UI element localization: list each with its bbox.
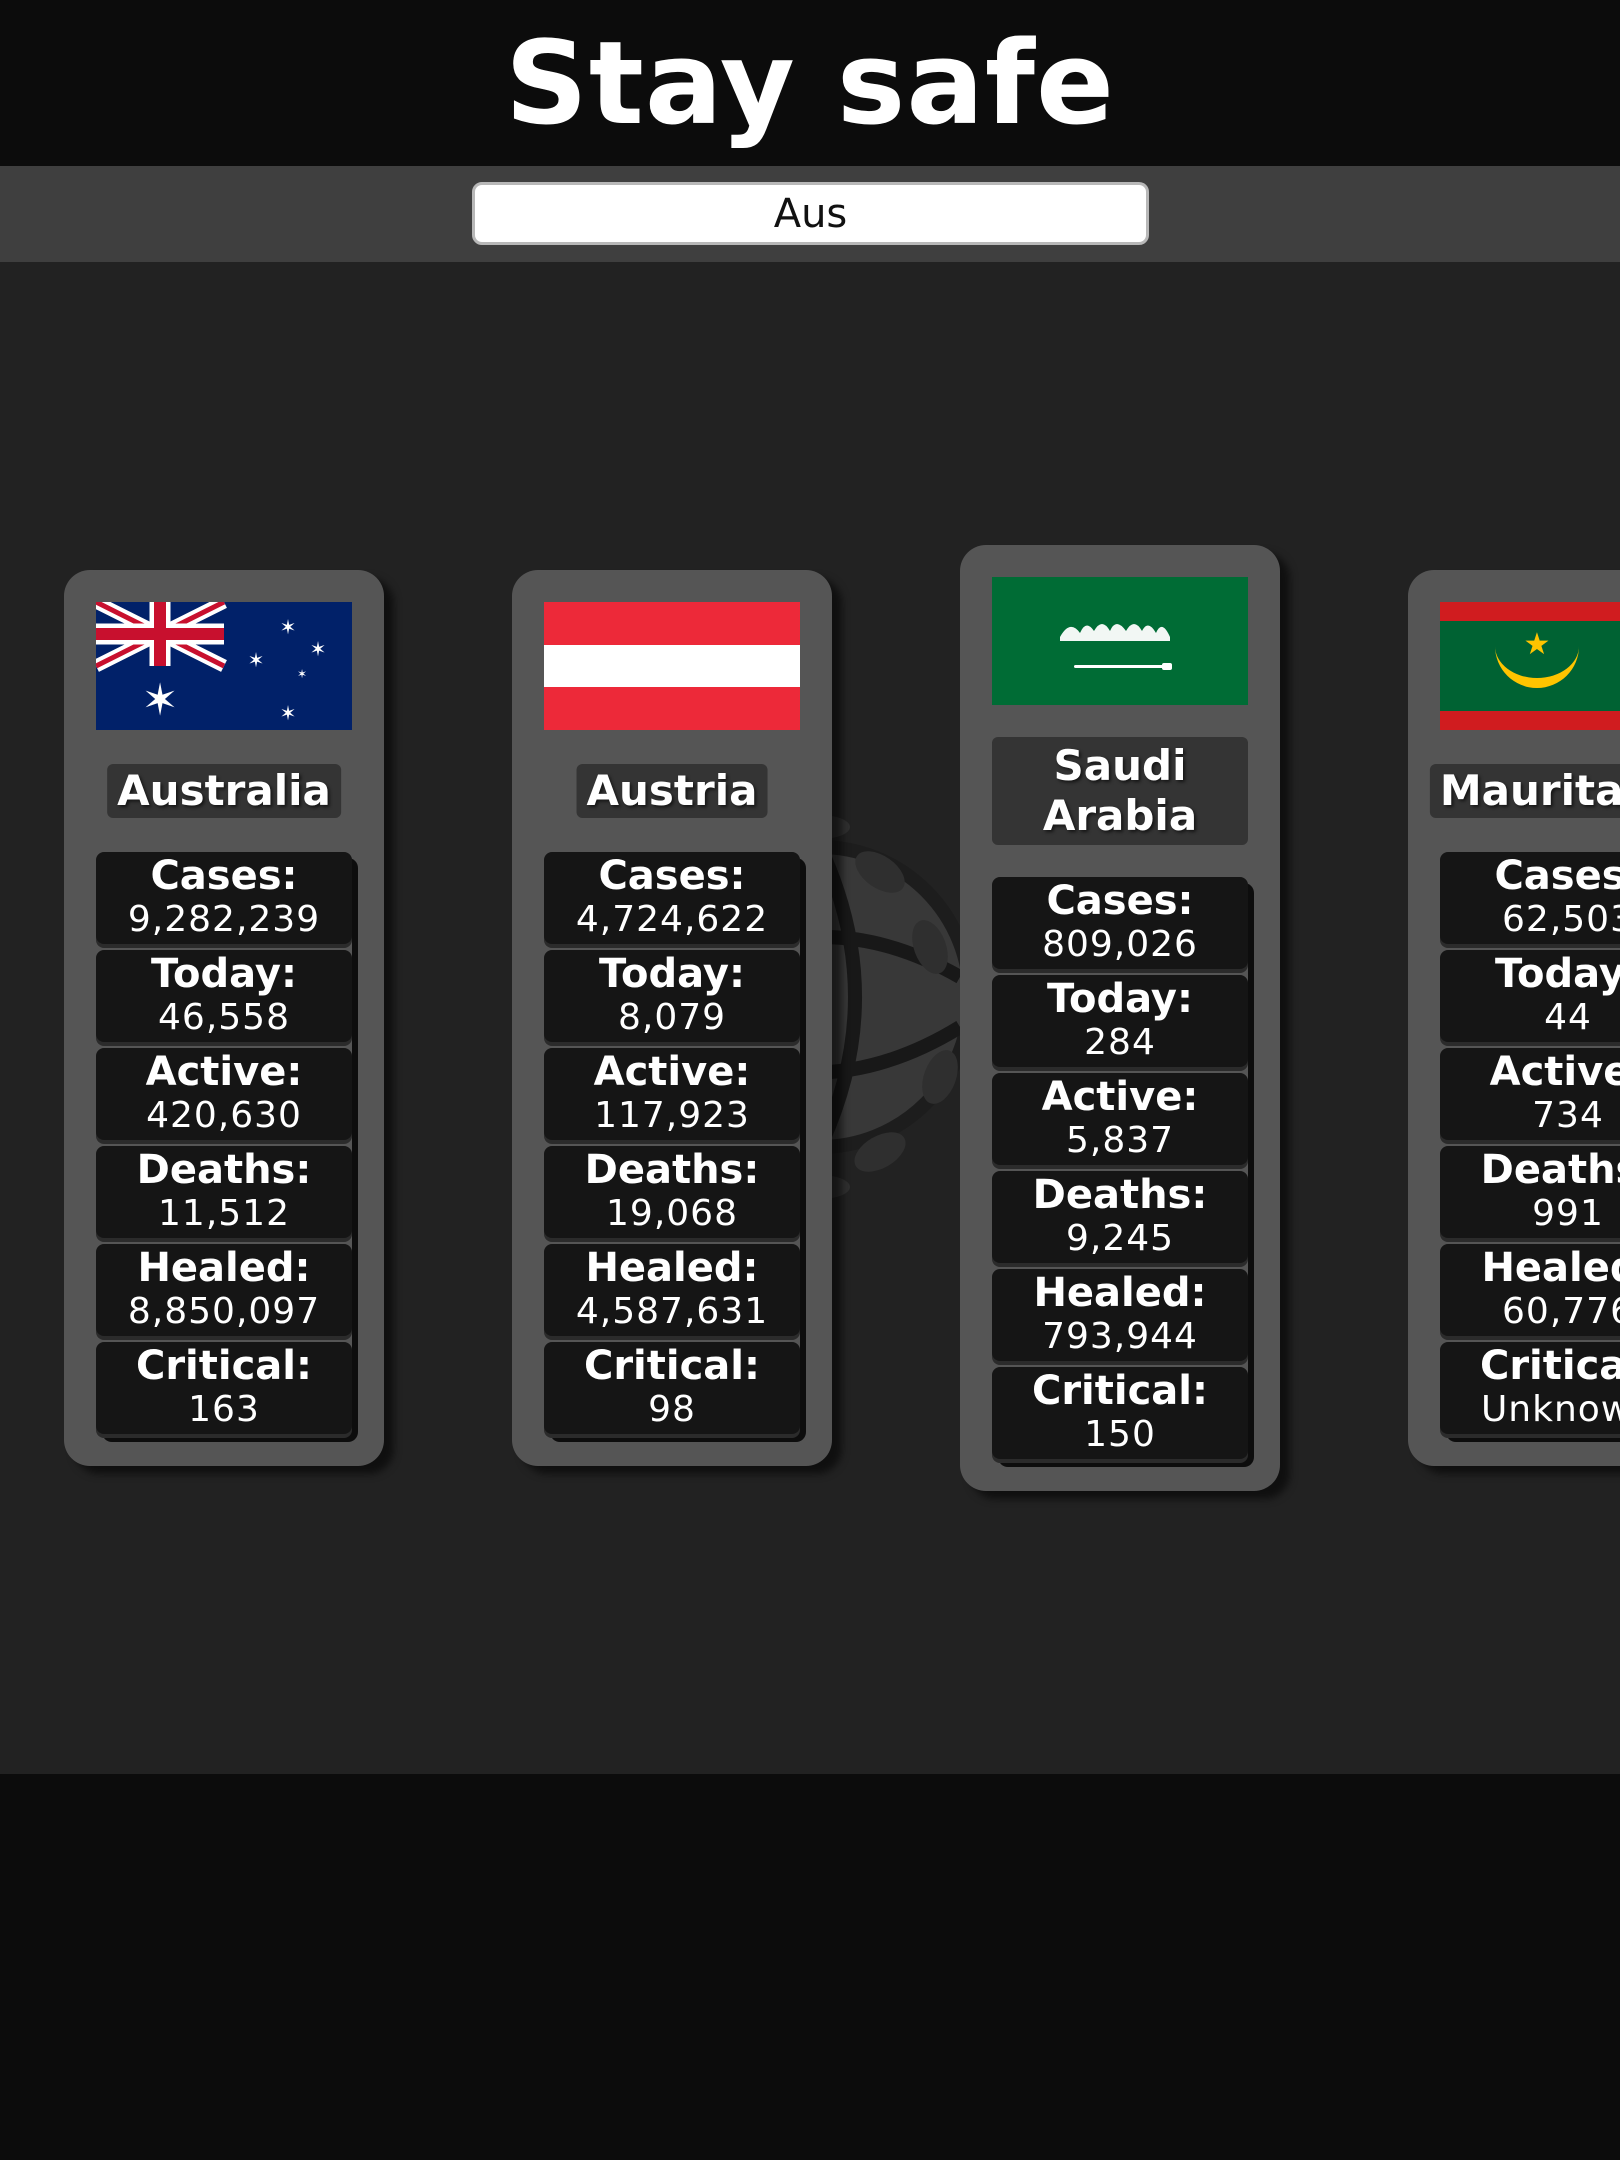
stat-value: 809,026 (1042, 924, 1198, 965)
stat-healed: Healed: 8,850,097 (96, 1244, 352, 1336)
stat-healed: Healed: 4,587,631 (544, 1244, 800, 1336)
stat-healed: Healed: 793,944 (992, 1269, 1248, 1361)
country-card[interactable]: Saudi Arabia Cases: 809,026 Today: 284 Act… (960, 545, 1280, 1491)
stat-value: 98 (648, 1389, 696, 1430)
stat-label: Deaths: (1032, 1172, 1208, 1218)
svg-text:✶: ✶ (142, 675, 179, 726)
stat-label: Healed: (1033, 1270, 1207, 1316)
svg-text:✶: ✶ (280, 615, 297, 639)
stat-value: 734 (1532, 1095, 1604, 1136)
stat-value: 60,776 (1502, 1291, 1620, 1332)
mauritania-flag-icon: ★ (1440, 602, 1620, 730)
stat-critical: Critical: 163 (96, 1342, 352, 1434)
country-name: Austria (576, 764, 768, 818)
stat-label: Critical: (135, 1343, 313, 1389)
country-name: Mauritania (1429, 764, 1620, 818)
stat-label: Critical: (1479, 1343, 1620, 1389)
country-card[interactable]: ✶ ✶ ✶ ✶ ✶ ✶ Australia Cases: 9,282,239 To… (64, 570, 384, 1466)
stat-active: Active: 5,837 (992, 1073, 1248, 1165)
saudi-arabia-flag-icon (992, 577, 1248, 705)
stat-active: Active: 420,630 (96, 1048, 352, 1140)
austria-flag-icon (544, 602, 800, 730)
stat-critical: Critical:Unknown (1440, 1342, 1620, 1434)
stat-deaths: Deaths: 19,068 (544, 1146, 800, 1238)
stat-value: 5,837 (1065, 1120, 1175, 1161)
stats-panel: Cases: 4,724,622 Today: 8,079 Active: 117,9… (544, 852, 800, 1436)
stat-label: Healed: (1481, 1245, 1620, 1291)
results-area: ✶ ✶ ✶ ✶ ✶ ✶ Australia Cases: 9,282,239 To… (0, 262, 1620, 1774)
stat-active: Active:734 (1440, 1048, 1620, 1140)
stat-cases: Cases: 809,026 (992, 877, 1248, 969)
svg-text:✶: ✶ (248, 648, 265, 672)
stat-value: 46,558 (158, 997, 290, 1038)
stat-deaths: Deaths:991 (1440, 1146, 1620, 1238)
stat-label: Cases: (150, 853, 298, 899)
stat-value: 4,724,622 (575, 899, 769, 940)
stat-today: Today: 46,558 (96, 950, 352, 1042)
stat-label: Cases: (1046, 878, 1194, 924)
stat-label: Today: (599, 951, 745, 997)
stat-value: 62,503 (1502, 899, 1620, 940)
country-card[interactable]: ★ Mauritania Cases:62,503 Today:44 Activ… (1408, 570, 1620, 1466)
stat-label: Deaths: (136, 1147, 312, 1193)
stats-panel: Cases: 809,026 Today: 284 Active: 5,837 Dea… (992, 877, 1248, 1461)
stat-label: Active: (1489, 1049, 1620, 1095)
stat-value: 44 (1544, 997, 1592, 1038)
stat-value: 9,245 (1065, 1218, 1175, 1259)
page-title: Stay safe (505, 17, 1115, 151)
stat-today: Today: 284 (992, 975, 1248, 1067)
stat-label: Healed: (137, 1245, 311, 1291)
stat-label: Today: (1047, 976, 1193, 1022)
stat-label: Deaths: (1480, 1147, 1620, 1193)
stat-label: Cases: (598, 853, 746, 899)
country-card[interactable]: Austria Cases: 4,724,622 Today: 8,079 Acti… (512, 570, 832, 1466)
stats-panel: Cases: 9,282,239 Today: 46,558 Active: 420,… (96, 852, 352, 1436)
header: Stay safe (0, 0, 1620, 166)
stat-label: Active: (593, 1049, 751, 1095)
stat-healed: Healed:60,776 (1440, 1244, 1620, 1336)
country-name: Australia (107, 764, 341, 818)
stat-critical: Critical: 98 (544, 1342, 800, 1434)
stat-value: 19,068 (606, 1193, 738, 1234)
stat-critical: Critical: 150 (992, 1367, 1248, 1459)
stat-label: Today: (151, 951, 297, 997)
stat-today: Today:44 (1440, 950, 1620, 1042)
stat-value: 793,944 (1042, 1316, 1198, 1357)
svg-text:✶: ✶ (280, 701, 297, 725)
stat-deaths: Deaths: 11,512 (96, 1146, 352, 1238)
stat-label: Critical: (1031, 1368, 1209, 1414)
stat-label: Healed: (585, 1245, 759, 1291)
stat-value: 991 (1532, 1193, 1604, 1234)
stat-label: Today: (1495, 951, 1620, 997)
svg-text:✶: ✶ (310, 637, 327, 661)
stat-label: Active: (1041, 1074, 1199, 1120)
search-input[interactable] (472, 182, 1149, 245)
stat-today: Today: 8,079 (544, 950, 800, 1042)
stat-value: 163 (188, 1389, 260, 1430)
stat-cases: Cases:62,503 (1440, 852, 1620, 944)
stat-value: 150 (1084, 1414, 1156, 1455)
stat-cases: Cases: 4,724,622 (544, 852, 800, 944)
stat-label: Active: (145, 1049, 303, 1095)
stat-value: 8,079 (617, 997, 727, 1038)
stat-label: Deaths: (584, 1147, 760, 1193)
stat-value: 284 (1084, 1022, 1156, 1063)
svg-text:★: ★ (1524, 627, 1551, 662)
stat-value: 11,512 (158, 1193, 290, 1234)
svg-text:✶: ✶ (297, 667, 307, 681)
stat-value: 117,923 (594, 1095, 750, 1136)
stat-value: 8,850,097 (127, 1291, 321, 1332)
stat-label: Cases: (1494, 853, 1620, 899)
country-name: Saudi Arabia (992, 737, 1248, 845)
stat-cases: Cases: 9,282,239 (96, 852, 352, 944)
stat-value: 9,282,239 (127, 899, 321, 940)
stat-value: 4,587,631 (575, 1291, 769, 1332)
stat-value: 420,630 (146, 1095, 302, 1136)
stat-label: Critical: (583, 1343, 761, 1389)
stat-value: Unknown (1480, 1389, 1620, 1430)
australia-flag-icon: ✶ ✶ ✶ ✶ ✶ ✶ (96, 602, 352, 730)
stats-panel: Cases:62,503 Today:44 Active:734 Deaths:… (1440, 852, 1620, 1436)
stat-deaths: Deaths: 9,245 (992, 1171, 1248, 1263)
stat-active: Active: 117,923 (544, 1048, 800, 1140)
